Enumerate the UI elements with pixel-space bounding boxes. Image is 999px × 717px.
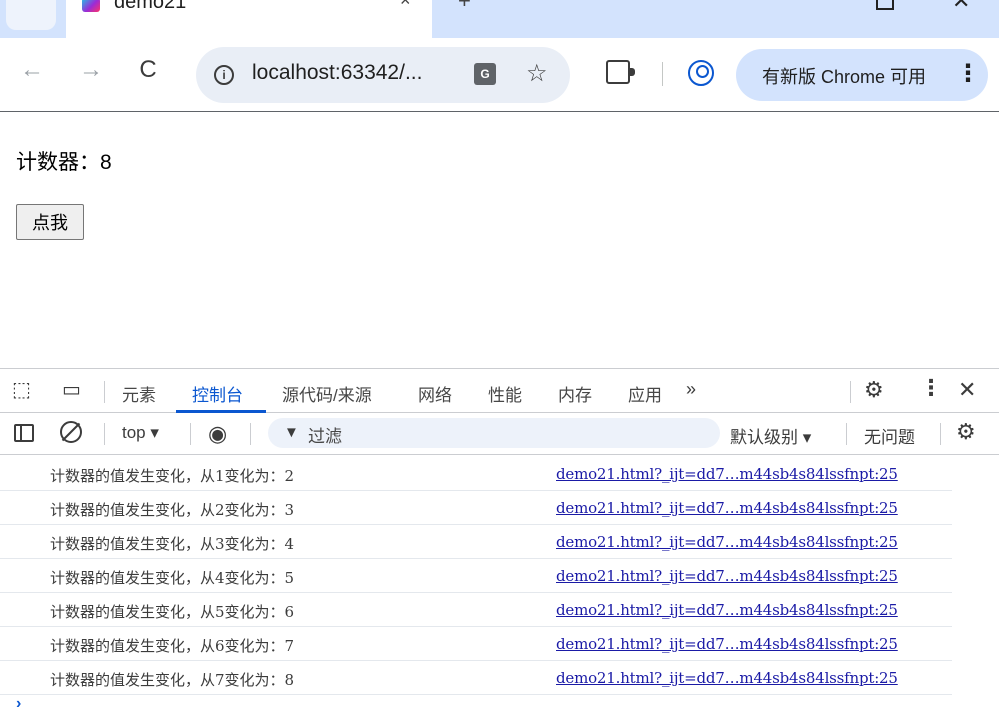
console-sidebar-icon[interactable] bbox=[14, 424, 34, 442]
url-text[interactable]: localhost:63342/... bbox=[252, 61, 422, 85]
console-log-row: 计数器的值发生变化，从6变化为：7 demo21.html?_ijt=dd7…m… bbox=[0, 627, 952, 661]
tab-title: demo21 bbox=[114, 0, 187, 13]
issues-counter[interactable]: 无问题 bbox=[864, 423, 915, 448]
reload-icon[interactable]: C bbox=[130, 56, 166, 84]
filter-separator bbox=[846, 423, 847, 445]
window-minimize-icon[interactable] bbox=[876, 0, 894, 10]
devtools-panel: ⬚ ▭ 元素 控制台 源代码/来源 网络 性能 内存 应用 » ⚙ ⋮ ✕ to… bbox=[0, 368, 999, 717]
site-info-icon[interactable]: i bbox=[214, 65, 234, 85]
back-icon[interactable]: ← bbox=[14, 56, 50, 84]
devtools-close-icon[interactable]: ✕ bbox=[958, 377, 976, 403]
new-tab-icon[interactable]: + bbox=[458, 0, 471, 14]
click-me-button[interactable]: 点我 bbox=[16, 204, 84, 240]
filter-separator bbox=[250, 423, 251, 445]
counter-text: 计数器：8 bbox=[16, 151, 112, 174]
update-chrome-button[interactable]: 有新版 Chrome 可用 ⋮ bbox=[736, 49, 988, 101]
devtools-menu-icon[interactable]: ⋮ bbox=[920, 375, 942, 401]
tab-sources[interactable]: 源代码/来源 bbox=[282, 381, 372, 406]
tab-close-icon[interactable]: × bbox=[400, 0, 411, 11]
console-prompt-icon[interactable]: › bbox=[16, 695, 21, 713]
console-log-row: 计数器的值发生变化，从2变化为：3 demo21.html?_ijt=dd7…m… bbox=[0, 491, 952, 525]
filter-separator bbox=[104, 423, 105, 445]
devtools-tab-bar: ⬚ ▭ 元素 控制台 源代码/来源 网络 性能 内存 应用 » ⚙ ⋮ ✕ bbox=[0, 369, 999, 413]
console-log-row: 计数器的值发生变化，从7变化为：8 demo21.html?_ijt=dd7…m… bbox=[0, 661, 952, 695]
console-log-row: 计数器的值发生变化，从3变化为：4 demo21.html?_ijt=dd7…m… bbox=[0, 525, 952, 559]
tab-performance[interactable]: 性能 bbox=[488, 381, 522, 406]
translate-icon[interactable]: G bbox=[474, 63, 496, 85]
log-message: 计数器的值发生变化，从4变化为：5 bbox=[50, 569, 295, 587]
chrome-menu-icon[interactable]: ⋮ bbox=[956, 59, 980, 88]
log-source-link[interactable]: demo21.html?_ijt=dd7…m44sb4s84lssfnpt:25 bbox=[556, 533, 898, 551]
console-filter-bar: top ▾ ◉ ▼ 过滤 默认级别 ▾ 无问题 ⚙ bbox=[0, 413, 999, 455]
log-message: 计数器的值发生变化，从5变化为：6 bbox=[50, 603, 295, 621]
inspect-element-icon[interactable]: ⬚ bbox=[12, 377, 31, 402]
device-toolbar-icon[interactable]: ▭ bbox=[62, 377, 81, 402]
log-message: 计数器的值发生变化，从7变化为：8 bbox=[50, 671, 295, 689]
log-message: 计数器的值发生变化，从6变化为：7 bbox=[50, 637, 295, 655]
tab-elements[interactable]: 元素 bbox=[122, 381, 156, 406]
filter-separator bbox=[190, 423, 191, 445]
console-output: 计数器的值发生变化，从1变化为：2 demo21.html?_ijt=dd7…m… bbox=[0, 457, 999, 695]
log-source-link[interactable]: demo21.html?_ijt=dd7…m44sb4s84lssfnpt:25 bbox=[556, 601, 898, 619]
tab-network[interactable]: 网络 bbox=[418, 381, 452, 406]
tab-console[interactable]: 控制台 bbox=[192, 381, 243, 406]
devtools-settings-icon[interactable]: ⚙ bbox=[864, 377, 884, 403]
update-chrome-label: 有新版 Chrome 可用 bbox=[762, 67, 927, 87]
console-filter-input[interactable]: ▼ 过滤 bbox=[268, 418, 720, 448]
tab-strip: demo21 × + ✕ bbox=[0, 0, 999, 38]
tab-application[interactable]: 应用 bbox=[628, 381, 662, 406]
log-message: 计数器的值发生变化，从3变化为：4 bbox=[50, 535, 295, 553]
console-settings-icon[interactable]: ⚙ bbox=[956, 419, 976, 445]
console-log-row: 计数器的值发生变化，从1变化为：2 demo21.html?_ijt=dd7…m… bbox=[0, 457, 952, 491]
log-source-link[interactable]: demo21.html?_ijt=dd7…m44sb4s84lssfnpt:25 bbox=[556, 499, 898, 517]
browser-toolbar: ← → C i localhost:63342/... G ☆ 有新版 Chro… bbox=[0, 38, 999, 112]
forward-icon[interactable]: → bbox=[73, 56, 109, 84]
bookmark-star-icon[interactable]: ☆ bbox=[526, 59, 548, 88]
webstorm-favicon-icon bbox=[82, 0, 100, 12]
context-selector[interactable]: top ▾ bbox=[122, 423, 159, 443]
live-expression-eye-icon[interactable]: ◉ bbox=[208, 421, 227, 447]
log-levels-dropdown[interactable]: 默认级别 ▾ bbox=[730, 423, 811, 448]
log-source-link[interactable]: demo21.html?_ijt=dd7…m44sb4s84lssfnpt:25 bbox=[556, 567, 898, 585]
profile-icon[interactable] bbox=[688, 60, 714, 86]
console-log-row: 计数器的值发生变化，从5变化为：6 demo21.html?_ijt=dd7…m… bbox=[0, 593, 952, 627]
tab-search-button[interactable] bbox=[6, 0, 56, 30]
devtools-separator bbox=[104, 381, 105, 403]
clear-console-icon[interactable] bbox=[60, 421, 82, 443]
log-source-link[interactable]: demo21.html?_ijt=dd7…m44sb4s84lssfnpt:25 bbox=[556, 635, 898, 653]
filter-placeholder: 过滤 bbox=[308, 427, 342, 446]
log-message: 计数器的值发生变化，从1变化为：2 bbox=[50, 467, 295, 485]
tab-memory[interactable]: 内存 bbox=[558, 381, 592, 406]
log-message: 计数器的值发生变化，从2变化为：3 bbox=[50, 501, 295, 519]
more-tabs-icon[interactable]: » bbox=[686, 379, 696, 400]
devtools-separator bbox=[850, 381, 851, 403]
filter-separator bbox=[940, 423, 941, 445]
log-source-link[interactable]: demo21.html?_ijt=dd7…m44sb4s84lssfnpt:25 bbox=[556, 465, 898, 483]
window-close-icon[interactable]: ✕ bbox=[952, 0, 970, 14]
log-source-link[interactable]: demo21.html?_ijt=dd7…m44sb4s84lssfnpt:25 bbox=[556, 669, 898, 687]
filter-funnel-icon: ▼ bbox=[284, 424, 299, 441]
toolbar-divider bbox=[662, 62, 663, 86]
address-bar[interactable]: i localhost:63342/... G ☆ bbox=[196, 47, 570, 103]
extensions-icon[interactable] bbox=[606, 60, 635, 84]
console-log-row: 计数器的值发生变化，从4变化为：5 demo21.html?_ijt=dd7…m… bbox=[0, 559, 952, 593]
